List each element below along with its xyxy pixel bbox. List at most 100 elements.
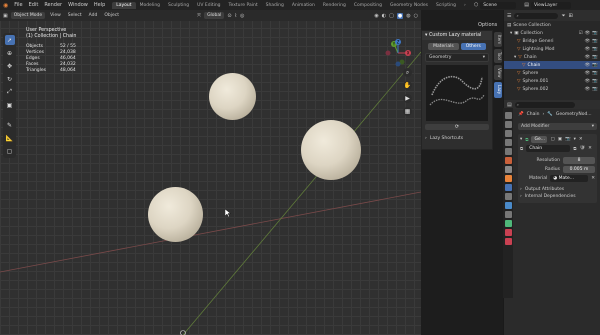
internal-dependencies-section[interactable]: › Internal Dependencies bbox=[520, 194, 595, 199]
object-mode-dropdown[interactable]: Object Mode bbox=[10, 12, 46, 19]
tab-view[interactable]: View bbox=[494, 64, 502, 81]
camera-icon[interactable]: 📷 bbox=[592, 31, 598, 36]
modifier-header[interactable]: ▾ ⧉ Ge... ▢ ▣ 📷 ▾ ✕ bbox=[520, 136, 595, 143]
menu-file[interactable]: File bbox=[11, 2, 25, 8]
tab-materials[interactable]: Materials bbox=[428, 43, 459, 50]
move-tool-icon[interactable]: ✥ bbox=[5, 61, 15, 71]
new-collection-icon[interactable]: ⊞ bbox=[569, 13, 573, 19]
tab-uv-editing[interactable]: UV Editing bbox=[193, 2, 224, 9]
outliner-item-sphere-002[interactable]: ▽ Sphere.002 👁 📷 bbox=[504, 85, 600, 93]
camera-icon[interactable]: 📷 bbox=[592, 63, 598, 68]
menu-select[interactable]: Select bbox=[66, 13, 84, 18]
outliner-item-sphere-001[interactable]: ▽ Sphere.001 👁 📷 bbox=[504, 77, 600, 85]
proportional-edit-icon[interactable]: ◎ bbox=[240, 13, 244, 19]
object-tab-icon[interactable] bbox=[504, 175, 512, 182]
grid-view-icon[interactable]: ▦ bbox=[403, 107, 412, 116]
view-layer-icon[interactable]: ▤ bbox=[524, 2, 529, 8]
geometry-dropdown[interactable]: Geometry ▾ bbox=[425, 53, 489, 62]
add-modifier-button[interactable]: Add Modifier ▾ bbox=[518, 123, 597, 130]
transform-orientation-dropdown[interactable]: Global bbox=[204, 12, 225, 19]
outliner-item-lightning[interactable]: ▽ Lightning Mod 👁 📷 bbox=[504, 45, 600, 53]
eye-icon[interactable]: 👁 bbox=[585, 55, 591, 60]
properties-editor-icon[interactable]: ▤ bbox=[507, 102, 512, 108]
dropdown-arrow-icon[interactable]: ▾ bbox=[574, 137, 576, 142]
shading-solid-icon[interactable]: ● bbox=[396, 12, 404, 19]
close-icon[interactable]: ✕ bbox=[579, 137, 583, 142]
annotate-tool-icon[interactable]: ✎ bbox=[5, 120, 15, 130]
particles-tab-icon[interactable] bbox=[504, 193, 512, 200]
eye-icon[interactable]: 👁 bbox=[585, 79, 591, 84]
tool-tab-icon[interactable] bbox=[504, 112, 512, 119]
blender-logo-icon[interactable]: ◉ bbox=[0, 2, 11, 9]
filter-icon[interactable]: ⏷ bbox=[561, 13, 565, 19]
snap-icon[interactable]: ⌇ bbox=[235, 13, 237, 19]
collection-tab-icon[interactable] bbox=[504, 166, 512, 173]
scene-field[interactable]: Scene bbox=[480, 1, 517, 9]
tab-lazy[interactable]: Lazy bbox=[494, 82, 502, 98]
scene-icon[interactable]: ⬡ bbox=[474, 2, 478, 8]
shading-rendered-icon[interactable]: ○ bbox=[414, 13, 421, 19]
expand-arrow-icon[interactable]: ▾ bbox=[514, 55, 516, 60]
outliner-item-collection[interactable]: ▾ ▣ Collection ☑ 👁 📷 bbox=[504, 29, 600, 37]
viewport-toggle-icon[interactable]: ▣ bbox=[558, 137, 562, 142]
render-tab-icon[interactable] bbox=[504, 121, 512, 128]
menu-edit[interactable]: Edit bbox=[26, 2, 42, 8]
output-attributes-section[interactable]: › Output Attributes bbox=[520, 187, 595, 192]
user-count-icon[interactable]: ⧉ bbox=[573, 146, 576, 152]
tab-item[interactable]: Item bbox=[494, 32, 502, 48]
sphere-object[interactable] bbox=[209, 73, 256, 120]
outliner-editor-icon[interactable]: ☰ bbox=[507, 13, 511, 19]
eye-icon[interactable]: 👁 bbox=[585, 47, 591, 52]
outliner-item-chain[interactable]: ▽ Chain 👁 📷 bbox=[504, 61, 600, 69]
tab-geometry-nodes[interactable]: Geometry Nodes bbox=[386, 2, 432, 9]
edit-mode-toggle-icon[interactable]: ▢ bbox=[550, 137, 554, 142]
tab-scripting[interactable]: Scripting bbox=[432, 2, 460, 9]
resolution-field[interactable]: 8 bbox=[563, 157, 595, 164]
sphere-001-object[interactable] bbox=[301, 120, 361, 180]
tab-others[interactable]: Others bbox=[460, 43, 486, 50]
shading-material-icon[interactable]: ◍ bbox=[406, 13, 410, 19]
tab-sculpting[interactable]: Sculpting bbox=[164, 2, 193, 9]
physics-tab-icon[interactable] bbox=[504, 202, 512, 209]
eye-icon[interactable]: 👁 bbox=[585, 87, 591, 92]
menu-view[interactable]: View bbox=[48, 13, 63, 18]
menu-help[interactable]: Help bbox=[91, 2, 108, 8]
view-layer-field[interactable]: ViewLayer bbox=[530, 1, 571, 9]
pan-hand-icon[interactable]: ✋ bbox=[403, 81, 412, 90]
rotate-tool-icon[interactable]: ↻ bbox=[5, 74, 15, 84]
tab-rendering[interactable]: Rendering bbox=[319, 2, 350, 9]
outliner-item-chain-parent[interactable]: ▾ ▽ Chain 👁 📷 bbox=[504, 53, 600, 61]
camera-icon[interactable]: 📷 bbox=[592, 47, 598, 52]
zoom-icon[interactable]: ⌕ bbox=[403, 68, 412, 77]
camera-icon[interactable]: 📷 bbox=[592, 87, 598, 92]
render-toggle-icon[interactable]: 📷 bbox=[565, 137, 571, 142]
3d-viewport[interactable]: User Perspective (1) Collection | Chain … bbox=[0, 10, 421, 335]
camera-icon[interactable]: 📷 bbox=[592, 79, 598, 84]
tab-compositing[interactable]: Compositing bbox=[350, 2, 386, 9]
options-button[interactable]: Options bbox=[478, 22, 497, 28]
tab-texture-paint[interactable]: Texture Paint bbox=[225, 2, 262, 9]
sphere-002-object[interactable] bbox=[148, 187, 203, 242]
outliner-item-sphere[interactable]: ▽ Sphere 👁 📷 bbox=[504, 69, 600, 77]
scene-tab-icon[interactable] bbox=[504, 148, 512, 155]
eye-icon[interactable]: 👁 bbox=[585, 63, 591, 68]
eye-icon[interactable]: 👁 bbox=[585, 39, 591, 44]
output-tab-icon[interactable] bbox=[504, 130, 512, 137]
measure-tool-icon[interactable]: 📐 bbox=[5, 133, 15, 143]
tab-layout[interactable]: Layout bbox=[112, 1, 136, 9]
material-field[interactable]: ◕ Mate... bbox=[550, 175, 589, 182]
navigation-gizmo[interactable]: X Y Z bbox=[384, 38, 414, 68]
camera-icon[interactable]: 📷 bbox=[592, 71, 598, 76]
constraints-tab-icon[interactable] bbox=[504, 211, 512, 218]
material-tab-icon[interactable] bbox=[504, 229, 512, 236]
texture-tab-icon[interactable] bbox=[504, 238, 512, 245]
outliner-item-bridge[interactable]: ▽ Bridge Generi 👁 📷 bbox=[504, 37, 600, 45]
world-tab-icon[interactable] bbox=[504, 157, 512, 164]
properties-search-icon[interactable]: ⌕ bbox=[514, 101, 575, 108]
modifier-name-field[interactable]: Ge... bbox=[531, 136, 548, 143]
node-group-field[interactable]: Chain bbox=[526, 145, 571, 152]
refresh-icon[interactable]: ⟳ bbox=[425, 124, 489, 130]
outliner-scene-collection[interactable]: ▤ Scene Collection bbox=[504, 21, 600, 29]
scale-tool-icon[interactable]: ⤢ bbox=[5, 87, 15, 97]
menu-render[interactable]: Render bbox=[41, 2, 65, 8]
